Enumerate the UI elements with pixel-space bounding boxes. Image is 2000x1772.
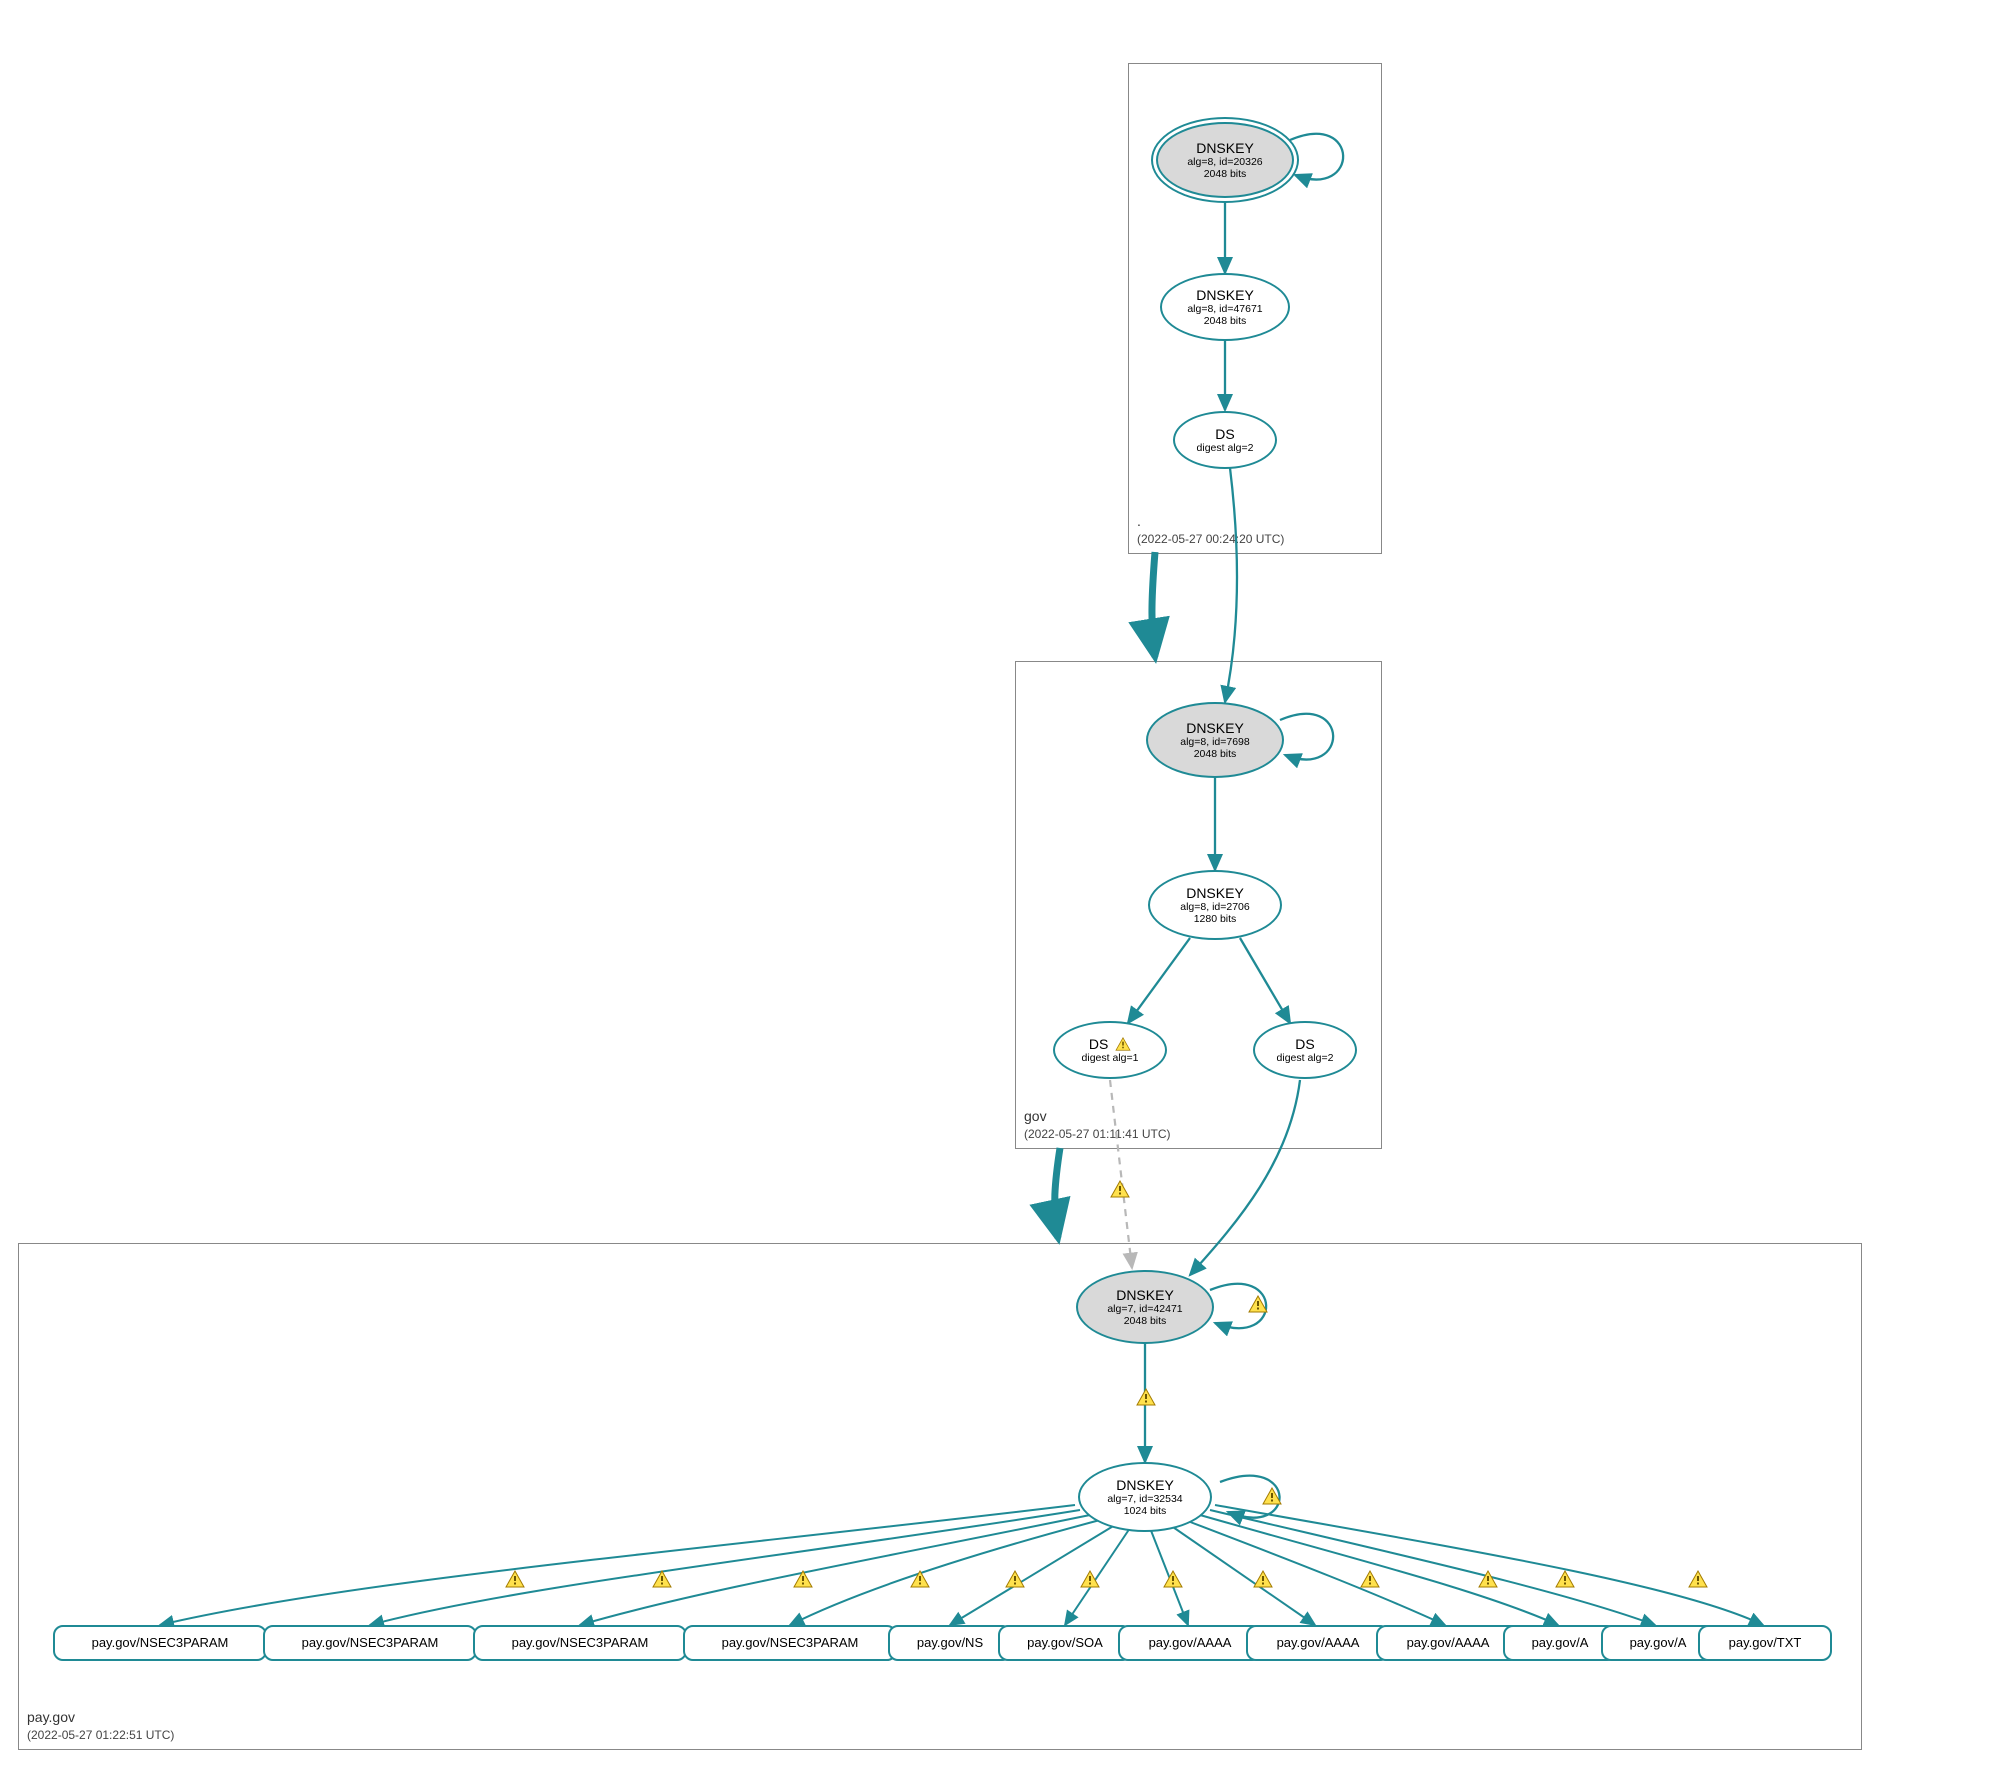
gov-ksk-node: DNSKEY alg=8, id=7698 2048 bits: [1146, 702, 1284, 778]
zone-gov-ts: (2022-05-27 01:11:41 UTC): [1024, 1127, 1171, 1141]
gov-zsk-title: DNSKEY: [1186, 885, 1244, 901]
rrset-ns: pay.gov/NS: [888, 1625, 1012, 1661]
root-zsk-node: DNSKEY alg=8, id=47671 2048 bits: [1160, 273, 1290, 341]
gov-ksk-title: DNSKEY: [1186, 720, 1244, 736]
gov-ds2-node: DS digest alg=2: [1253, 1021, 1357, 1079]
root-zsk-alg: alg=8, id=47671: [1187, 303, 1262, 315]
paygov-zsk-node: DNSKEY alg=7, id=32534 1024 bits: [1078, 1462, 1212, 1532]
rrset-nsec3param-2: pay.gov/NSEC3PARAM: [263, 1625, 477, 1661]
root-ksk-bits: 2048 bits: [1204, 168, 1247, 180]
rrset-txt: pay.gov/TXT: [1698, 1625, 1832, 1661]
gov-zsk-node: DNSKEY alg=8, id=2706 1280 bits: [1148, 870, 1282, 940]
zone-gov-label: gov (2022-05-27 01:11:41 UTC): [1024, 1108, 1171, 1142]
warning-icon: [1163, 1570, 1183, 1588]
root-ksk-alg: alg=8, id=20326: [1187, 156, 1262, 168]
paygov-ksk-title: DNSKEY: [1116, 1287, 1174, 1303]
warning-icon: [1360, 1570, 1380, 1588]
warning-icon: [1478, 1570, 1498, 1588]
rrset-aaaa-2: pay.gov/AAAA: [1246, 1625, 1390, 1661]
warning-icon: [1253, 1570, 1273, 1588]
zone-paygov-name: pay.gov: [27, 1709, 75, 1725]
rrset-aaaa-1: pay.gov/AAAA: [1118, 1625, 1262, 1661]
gov-ds1-node: DS digest alg=1: [1053, 1021, 1167, 1079]
gov-zsk-alg: alg=8, id=2706: [1180, 901, 1249, 913]
warning-icon: [1110, 1180, 1130, 1198]
warning-icon: [1080, 1570, 1100, 1588]
zone-gov-name: gov: [1024, 1108, 1047, 1124]
warning-icon: [910, 1570, 930, 1588]
root-ksk-node: DNSKEY alg=8, id=20326 2048 bits: [1156, 122, 1294, 198]
warning-icon: [1688, 1570, 1708, 1588]
warning-icon: [1136, 1388, 1156, 1406]
gov-ds2-alg: digest alg=2: [1277, 1052, 1334, 1064]
gov-ds1-title: DS: [1089, 1036, 1131, 1052]
paygov-zsk-alg: alg=7, id=32534: [1107, 1493, 1182, 1505]
zone-paygov: pay.gov (2022-05-27 01:22:51 UTC): [18, 1243, 1862, 1750]
warning-icon: [1262, 1487, 1282, 1505]
paygov-ksk-alg: alg=7, id=42471: [1107, 1303, 1182, 1315]
gov-ksk-alg: alg=8, id=7698: [1180, 736, 1249, 748]
zone-paygov-label: pay.gov (2022-05-27 01:22:51 UTC): [27, 1709, 174, 1743]
root-zsk-title: DNSKEY: [1196, 287, 1254, 303]
warning-icon: [1248, 1295, 1268, 1313]
warning-icon: [1555, 1570, 1575, 1588]
dnsviz-diagram: . (2022-05-27 00:24:20 UTC) gov (2022-05…: [0, 0, 2000, 1772]
gov-ds1-alg: digest alg=1: [1082, 1052, 1139, 1064]
paygov-zsk-bits: 1024 bits: [1124, 1505, 1167, 1517]
rrset-nsec3param-4: pay.gov/NSEC3PARAM: [683, 1625, 897, 1661]
rrset-aaaa-3: pay.gov/AAAA: [1376, 1625, 1520, 1661]
warning-icon: [793, 1570, 813, 1588]
gov-zsk-bits: 1280 bits: [1194, 913, 1237, 925]
root-zsk-bits: 2048 bits: [1204, 315, 1247, 327]
rrset-soa: pay.gov/SOA: [998, 1625, 1132, 1661]
warning-icon: [505, 1570, 525, 1588]
paygov-zsk-title: DNSKEY: [1116, 1477, 1174, 1493]
paygov-ksk-bits: 2048 bits: [1124, 1315, 1167, 1327]
root-ds-node: DS digest alg=2: [1173, 411, 1277, 469]
paygov-ksk-node: DNSKEY alg=7, id=42471 2048 bits: [1076, 1270, 1214, 1344]
root-ds-alg: digest alg=2: [1197, 442, 1254, 454]
warning-icon: [652, 1570, 672, 1588]
root-ds-title: DS: [1215, 426, 1234, 442]
rrset-a-1: pay.gov/A: [1503, 1625, 1617, 1661]
zone-root-ts: (2022-05-27 00:24:20 UTC): [1137, 532, 1284, 546]
rrset-nsec3param-3: pay.gov/NSEC3PARAM: [473, 1625, 687, 1661]
zone-paygov-ts: (2022-05-27 01:22:51 UTC): [27, 1728, 174, 1742]
gov-ds2-title: DS: [1295, 1036, 1314, 1052]
warning-icon: [1005, 1570, 1025, 1588]
root-ksk-title: DNSKEY: [1196, 140, 1254, 156]
rrset-nsec3param-1: pay.gov/NSEC3PARAM: [53, 1625, 267, 1661]
gov-ksk-bits: 2048 bits: [1194, 748, 1237, 760]
zone-root-name: .: [1137, 513, 1141, 529]
warning-icon: [1115, 1037, 1131, 1051]
zone-root-label: . (2022-05-27 00:24:20 UTC): [1137, 513, 1284, 547]
